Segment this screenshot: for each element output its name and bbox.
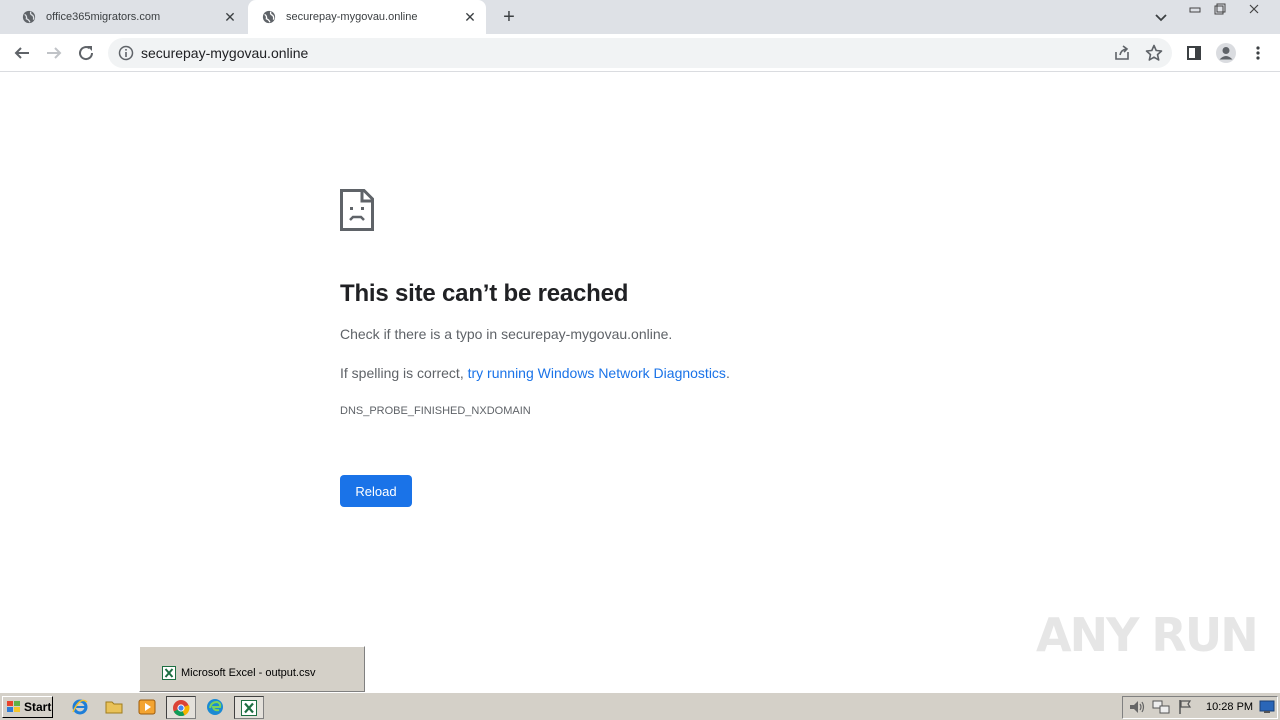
close-window-button[interactable] — [1242, 0, 1266, 18]
excel-window-preview[interactable]: Microsoft Excel - output.csv — [139, 646, 365, 692]
tab-strip: office365migrators.com ✕ securepay-mygov… — [0, 0, 1280, 34]
close-icon[interactable]: ✕ — [460, 7, 480, 27]
info-icon[interactable] — [118, 45, 134, 61]
windows-logo-icon — [7, 701, 20, 712]
error-page: This site can’t be reached Check if ther… — [0, 72, 1280, 692]
speaker-icon[interactable] — [1128, 698, 1146, 716]
excel-taskbar-button[interactable] — [234, 696, 264, 719]
arrow-left-icon — [14, 47, 29, 59]
show-desktop-icon[interactable] — [1259, 700, 1275, 714]
network-icon[interactable] — [1152, 698, 1170, 716]
arrow-right-icon — [47, 47, 62, 59]
sad-page-icon — [340, 189, 374, 231]
side-panel-icon — [1187, 46, 1201, 60]
address-bar[interactable]: securepay-mygovau.online — [108, 38, 1172, 68]
start-button[interactable]: Start — [2, 696, 53, 718]
chrome-taskbar-button[interactable] — [166, 696, 196, 719]
forward-button[interactable] — [42, 41, 66, 65]
start-label: Start — [24, 700, 52, 714]
url-text[interactable]: securepay-mygovau.online — [141, 45, 308, 61]
spelling-prefix: If spelling is correct, — [340, 365, 468, 381]
taskbar: Start 10:28 PM — [0, 692, 1280, 720]
flag-icon[interactable] — [1176, 698, 1194, 716]
spelling-suffix: . — [725, 365, 730, 381]
typo-hint: Check if there is a typo in securepay-my… — [340, 326, 673, 342]
chevron-down-icon[interactable] — [1152, 8, 1170, 26]
restore-button[interactable] — [1209, 0, 1231, 18]
spelling-hint: If spelling is correct, try running Wind… — [340, 365, 730, 381]
excel-window-label: Microsoft Excel - output.csv — [181, 667, 316, 679]
back-button[interactable] — [10, 41, 34, 65]
excel-icon — [241, 700, 257, 716]
error-code: DNS_PROBE_FINISHED_NXDOMAIN — [340, 405, 531, 417]
close-icon[interactable]: ✕ — [220, 7, 240, 27]
excel-icon — [162, 666, 176, 680]
tab-title: securepay-mygovau.online — [286, 11, 418, 23]
anyrun-watermark: ANY RUN — [1036, 608, 1259, 662]
side-panel-button[interactable] — [1182, 41, 1206, 65]
media-player-icon[interactable] — [138, 698, 156, 716]
minimize-icon — [1189, 7, 1201, 13]
edge-icon[interactable] — [206, 698, 224, 716]
browser-toolbar: securepay-mygovau.online — [0, 34, 1280, 72]
diagnostics-link[interactable]: try running Windows Network Diagnostics — [468, 365, 726, 381]
profile-button[interactable] — [1214, 41, 1238, 65]
tab-securepay[interactable]: securepay-mygovau.online ✕ — [248, 0, 486, 34]
folder-icon[interactable] — [105, 698, 123, 716]
menu-button[interactable] — [1246, 41, 1270, 65]
clock: 10:28 PM — [1206, 701, 1254, 713]
restore-icon — [1214, 3, 1226, 15]
reload-toolbar-button[interactable] — [74, 41, 98, 65]
avatar-icon — [1216, 43, 1236, 63]
kebab-menu-icon — [1256, 46, 1260, 60]
chrome-icon — [173, 700, 190, 717]
new-tab-button[interactable]: + — [498, 6, 520, 28]
tab-office365migrators[interactable]: office365migrators.com ✕ — [8, 0, 246, 34]
error-heading: This site can’t be reached — [340, 280, 629, 307]
minimize-button[interactable] — [1184, 0, 1206, 18]
globe-icon — [262, 10, 276, 24]
star-icon[interactable] — [1144, 43, 1164, 63]
reload-button[interactable]: Reload — [340, 475, 412, 507]
close-window-icon — [1249, 4, 1259, 14]
globe-icon — [22, 10, 36, 24]
tab-title: office365migrators.com — [46, 11, 161, 23]
share-icon[interactable] — [1113, 44, 1131, 62]
refresh-icon — [79, 46, 94, 61]
internet-explorer-icon[interactable] — [71, 698, 89, 716]
